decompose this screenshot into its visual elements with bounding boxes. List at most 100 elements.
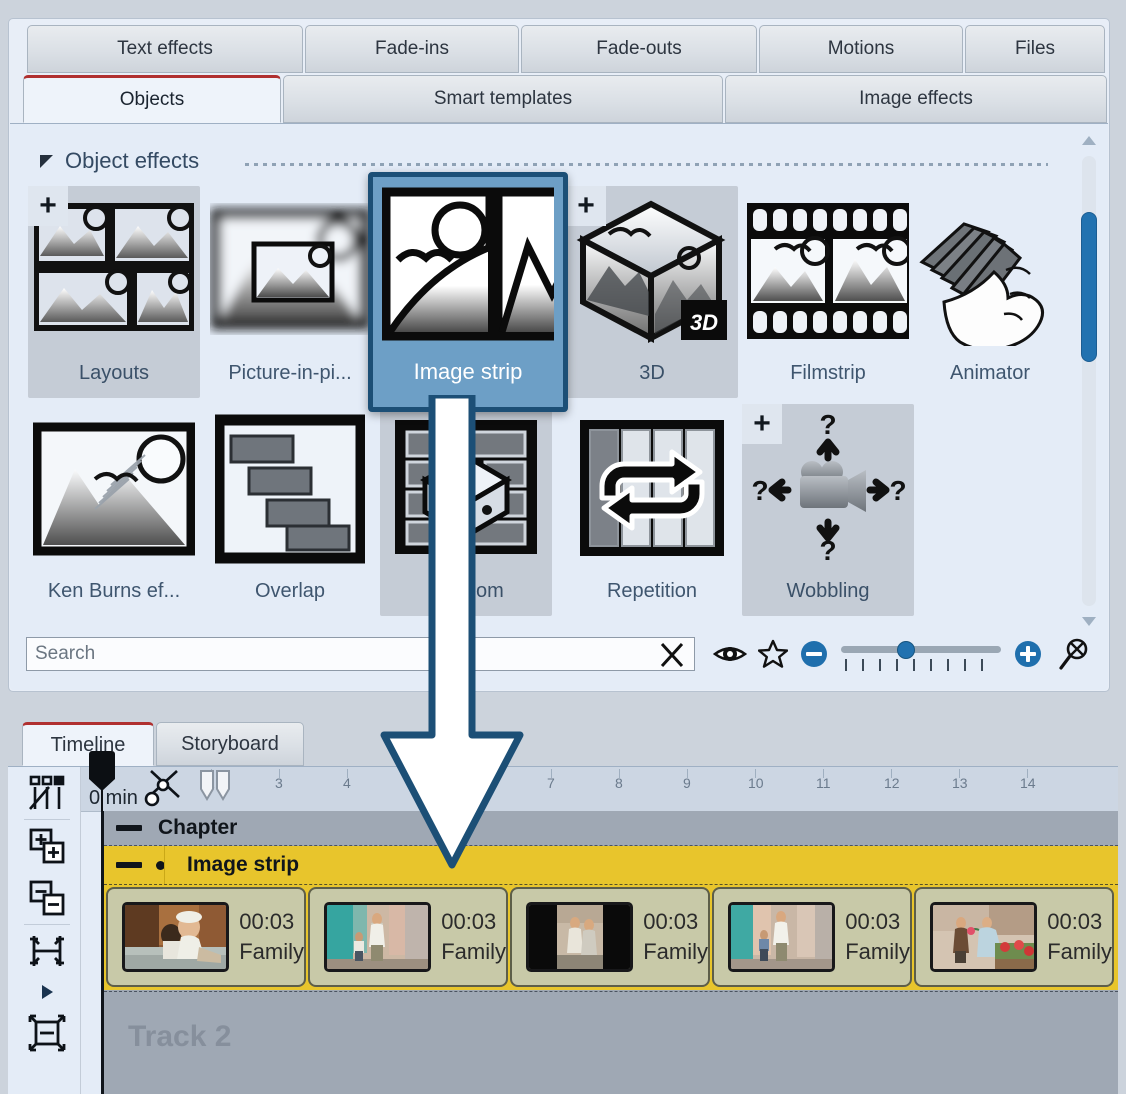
clip-meta: 00:03 Family xyxy=(845,907,910,966)
collapse-dash-icon[interactable] xyxy=(116,825,142,831)
timeline-tracks: Chapter Image strip xyxy=(101,811,1118,1094)
clip-duration: 00:03 xyxy=(643,907,708,937)
fit-track-icon[interactable] xyxy=(21,1007,73,1059)
tab-label: Motions xyxy=(828,38,895,60)
timeline-overview-icon[interactable] xyxy=(21,767,73,819)
star-icon[interactable] xyxy=(752,632,795,676)
effect-label: Picture-in-pi... xyxy=(204,356,376,390)
effect-tile-layouts[interactable]: + xyxy=(28,186,200,398)
track-row-label: Chapter xyxy=(158,816,237,840)
timeline-sidebar xyxy=(14,767,81,1094)
clip-meta: 00:03 Family xyxy=(643,907,708,966)
ruler-tick: 13 xyxy=(952,775,968,791)
slider-knob[interactable] xyxy=(897,641,915,659)
clip-duration: 00:03 xyxy=(239,907,304,937)
effect-tile-3d[interactable]: + xyxy=(566,186,738,398)
tab-timeline[interactable]: Timeline xyxy=(22,722,154,766)
clear-x-icon[interactable] xyxy=(658,640,686,670)
timeline-clip[interactable]: 00:03 Family xyxy=(308,887,508,987)
tab-label: Image effects xyxy=(859,88,973,110)
tab-fade-ins[interactable]: Fade-ins xyxy=(305,25,519,73)
effect-tile-wobbling[interactable]: + ? ? ? ? xyxy=(742,404,914,616)
effect-tile-animator[interactable]: Animator xyxy=(904,186,1076,398)
ruler-tick: 8 xyxy=(615,775,623,791)
search-box[interactable] xyxy=(26,637,695,671)
filmstrip-icon xyxy=(742,186,914,356)
tab-image-effects[interactable]: Image effects xyxy=(725,75,1107,123)
remove-track-icon[interactable] xyxy=(21,872,73,924)
add-plus-icon[interactable]: + xyxy=(742,404,782,444)
tab-text-effects[interactable]: Text effects xyxy=(27,25,303,73)
tab-label: Storyboard xyxy=(181,733,279,756)
ruler-tick: 3 xyxy=(275,775,283,791)
timeline-clip[interactable]: 00:03 Family xyxy=(106,887,306,987)
magnifier-off-icon[interactable] xyxy=(1053,632,1096,676)
effect-tile-repetition[interactable]: Repetition xyxy=(566,404,738,616)
effect-label: Overlap xyxy=(204,574,376,608)
clip-title: Family xyxy=(1047,937,1112,967)
ruler-tick: 9 xyxy=(683,775,691,791)
track-row-image-strip[interactable]: Image strip xyxy=(104,846,1118,885)
object-effects-header[interactable]: Object effects xyxy=(40,148,199,174)
effects-scrollbar[interactable] xyxy=(1078,132,1100,630)
collapse-triangle-icon[interactable] xyxy=(40,155,53,168)
zoom-out-icon[interactable] xyxy=(801,641,827,667)
effect-tile-filmstrip[interactable]: Filmstrip xyxy=(742,186,914,398)
clip-thumbnail xyxy=(526,902,633,972)
timeline-clip[interactable]: 00:03 Family xyxy=(914,887,1114,987)
zoom-control[interactable] xyxy=(801,637,1041,671)
add-plus-icon[interactable]: + xyxy=(566,186,606,226)
collapse-dash-icon[interactable] xyxy=(116,862,142,868)
tab-smart-templates[interactable]: Smart templates xyxy=(283,75,723,123)
effect-label: Animator xyxy=(904,356,1076,390)
clip-duration: 00:03 xyxy=(1047,907,1112,937)
tab-fade-outs[interactable]: Fade-outs xyxy=(521,25,757,73)
header-dotted-rule xyxy=(245,163,1048,166)
effect-tile-image-strip[interactable]: Image strip xyxy=(368,172,568,412)
scroll-down-arrow-icon[interactable] xyxy=(1082,617,1096,626)
image-strip-icon xyxy=(373,179,563,349)
scrollbar-thumb[interactable] xyxy=(1081,212,1097,362)
add-track-icon[interactable] xyxy=(21,820,73,872)
eye-icon[interactable] xyxy=(709,632,752,676)
overlap-icon xyxy=(204,404,376,574)
playhead[interactable] xyxy=(89,751,115,795)
effect-label: Random xyxy=(380,574,552,608)
effect-label: Ken Burns ef... xyxy=(28,574,200,608)
add-plus-icon[interactable]: + xyxy=(28,186,68,226)
search-input[interactable] xyxy=(27,642,637,666)
zoom-in-icon[interactable] xyxy=(1015,641,1041,667)
effects-panel-body: Object effects + xyxy=(10,123,1108,690)
timeline-clip[interactable]: 00:03 Family xyxy=(510,887,710,987)
zoom-slider[interactable] xyxy=(841,637,1001,671)
track-row-chapter[interactable]: Chapter xyxy=(104,811,1118,846)
random-dice-icon xyxy=(380,404,552,574)
track-row-track2[interactable]: Track 2 xyxy=(104,991,1118,1094)
tab-storyboard[interactable]: Storyboard xyxy=(156,722,304,766)
scissors-icon[interactable] xyxy=(143,763,193,811)
collapse-track-icon[interactable] xyxy=(21,925,73,977)
tab-files[interactable]: Files xyxy=(965,25,1105,73)
timeline-content: 0 min 2 3 4 5 6 7 8 9 10 11 12 13 14 xyxy=(81,767,1118,1094)
timeline-ruler[interactable]: 0 min 2 3 4 5 6 7 8 9 10 11 12 13 14 xyxy=(81,767,1118,812)
ruler-tick: 5 xyxy=(411,775,419,791)
effect-tile-overlap[interactable]: Overlap xyxy=(204,404,376,616)
expand-arrow-icon[interactable] xyxy=(21,977,73,1007)
effect-tile-ken-burns[interactable]: Ken Burns ef... xyxy=(28,404,200,616)
clip-lane: 00:03 Family xyxy=(104,885,1118,990)
effect-tile-picture-in-picture[interactable]: Picture-in-pi... xyxy=(204,186,376,398)
effect-tile-random[interactable]: Random xyxy=(380,404,552,616)
clip-meta: 00:03 Family xyxy=(1047,907,1112,966)
clip-title: Family xyxy=(845,937,910,967)
effect-label: Layouts xyxy=(28,356,200,390)
clip-title: Family xyxy=(441,937,506,967)
tab-motions[interactable]: Motions xyxy=(759,25,963,73)
picture-in-picture-icon xyxy=(204,186,376,356)
repetition-loop-icon xyxy=(566,404,738,574)
tab-objects[interactable]: Objects xyxy=(23,75,281,123)
timeline-clip[interactable]: 00:03 Family xyxy=(712,887,912,987)
timeline-body: 0 min 2 3 4 5 6 7 8 9 10 11 12 13 14 xyxy=(8,766,1118,1094)
main-tab-row: Objects Smart templates Image effects xyxy=(9,75,1109,129)
trim-markers-icon[interactable] xyxy=(199,769,233,805)
scroll-up-arrow-icon[interactable] xyxy=(1082,136,1096,145)
